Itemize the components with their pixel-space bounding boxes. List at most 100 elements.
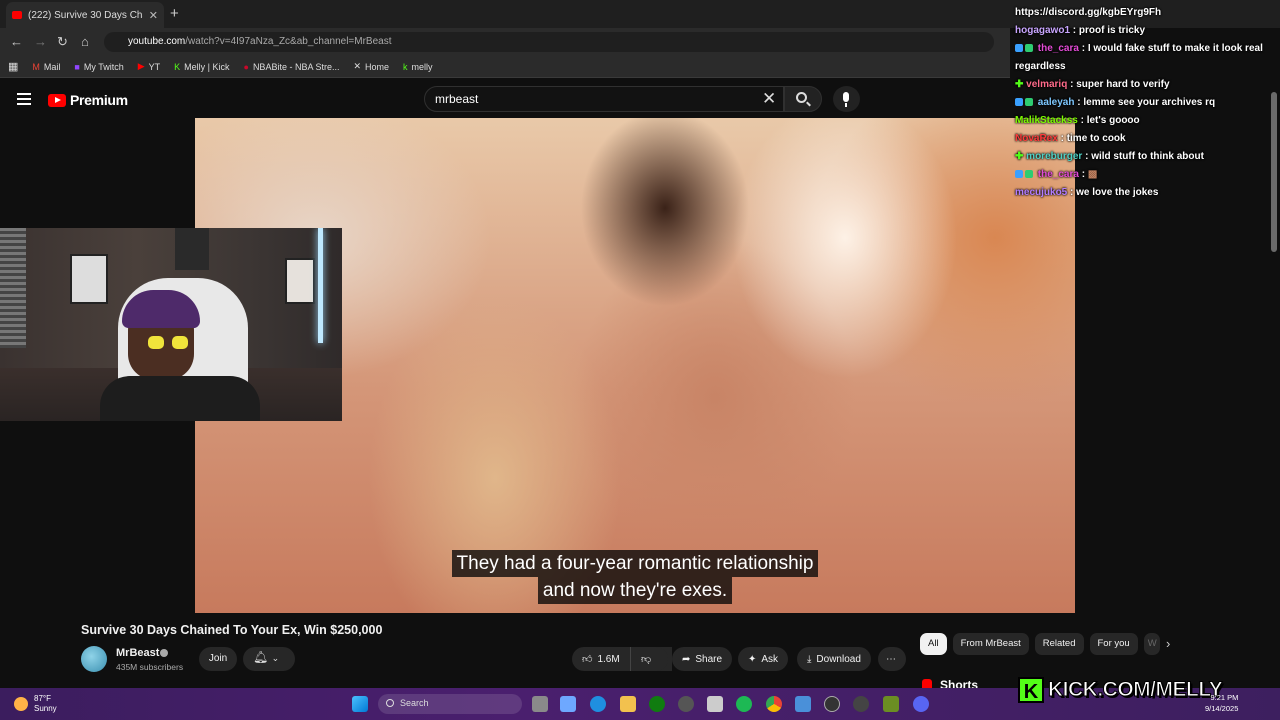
chat-message: hogagawo1 : proof is tricky [1015,25,1146,36]
media-player-icon[interactable] [824,696,840,712]
share-button[interactable]: ➦ Share [672,647,733,671]
windows-start-icon[interactable] [352,696,368,712]
forward-arrow-icon[interactable]: → [34,34,47,49]
chevron-right-icon[interactable]: › [1166,636,1170,651]
copilot-icon[interactable] [560,696,576,712]
caption-line-1: They had a four-year romantic relationsh… [451,550,819,577]
url-path: /watch?v=4I97aNza_Zc&ab_channel=MrBeast [185,36,392,47]
discord-icon[interactable] [913,696,929,712]
download-label: Download [816,653,861,665]
chip-for-you[interactable]: For you [1089,633,1138,655]
edge-icon[interactable] [590,696,606,712]
task-view-icon[interactable] [532,696,548,712]
sparkle-icon: ✦ [748,653,757,665]
app-icon[interactable] [678,696,694,712]
browser-tab-youtube[interactable]: (222) Survive 30 Days Chai... ✕ [6,2,164,28]
chat-username: NovaRex [1015,133,1058,144]
xbox-icon[interactable] [649,696,665,712]
chat-text: wild stuff to think about [1091,151,1204,162]
streamer-webcam [0,228,342,421]
new-tab-button[interactable]: + [170,5,179,22]
webcam-body [100,376,260,421]
bookmark-home[interactable]: ✕ Home [353,61,389,72]
store-icon[interactable] [707,696,723,712]
dislike-button[interactable]: 👎︎ [630,647,668,671]
menu-icon[interactable] [17,93,31,105]
kick-icon: K [174,61,181,72]
chat-link: https://discord.gg/kgbEYrg9Fh [1015,7,1162,18]
download-button[interactable]: ⤓ Download [797,647,871,671]
chat-message: mecujuko5 : we love the jokes [1015,187,1159,198]
address-bar[interactable]: youtube.com/watch?v=4I97aNza_Zc&ab_chann… [104,32,994,52]
chat-badge-icon [1025,170,1033,178]
channel-name[interactable]: MrBeast [116,647,159,659]
bookmark-nbabite[interactable]: ● NBABite - NBA Stre... [244,62,340,72]
chip-from-mrbeast[interactable]: From MrBeast [952,633,1029,655]
close-tab-icon[interactable]: ✕ [149,9,158,22]
ask-label: Ask [761,653,779,665]
bell-icon: 🔔︎ [253,650,269,664]
weather-widget[interactable]: 87°F Sunny [14,694,57,714]
url-domain: youtube.com [128,36,186,47]
webcam-poster [285,258,315,304]
chat-text: super hard to verify [1076,79,1170,90]
download-icon: ⤓ [807,653,812,665]
taskbar-search[interactable]: Search [378,694,522,714]
share-label: Share [695,653,723,665]
chat-text: we love the jokes [1076,187,1159,198]
more-actions-button[interactable]: ⋯ [878,647,906,671]
chrome-icon[interactable] [766,696,782,712]
youtube-logo[interactable]: Premium [48,92,128,108]
sun-icon [14,697,28,711]
webcam-led-light [318,228,323,343]
clear-search-icon[interactable]: ✕ [762,89,776,109]
chat-emote-icon: ▩ [1087,169,1098,180]
bookmark-mail[interactable]: M Mail [32,62,60,72]
bookmark-melly[interactable]: k melly [403,62,433,72]
subscription-bell-button[interactable]: 🔔︎ ⌄ [243,647,295,671]
file-explorer-icon[interactable] [620,696,636,712]
reload-icon[interactable]: ↻ [57,34,68,50]
back-arrow-icon[interactable]: ← [10,34,23,49]
photos-icon[interactable] [795,696,811,712]
bookmark-my-twitch[interactable]: ■ My Twitch [74,62,123,72]
thumbs-down-icon: 👎︎ [641,654,652,665]
screen: (222) Survive 30 Days Chai... ✕ + ← → ↻ … [0,0,1280,720]
chat-username: the_cara [1037,43,1079,54]
chat-message: NovaRex : time to cook [1015,133,1126,144]
taskbar-clock[interactable]: 9:21 PM 9/14/2025 [1205,692,1238,714]
twitch-icon: ■ [74,61,80,72]
microphone-icon[interactable] [833,86,860,112]
chat-username: moreburger [1026,151,1083,162]
webcam-window-blinds [0,228,26,348]
channel-avatar[interactable] [81,646,107,672]
chat-badge-icon [1015,170,1023,178]
home-icon[interactable]: ⌂ [81,34,89,49]
gmail-icon: M [32,61,40,72]
chip-truncated[interactable]: W [1143,633,1160,655]
chip-related[interactable]: Related [1034,633,1084,655]
bookmark-yt[interactable]: ▶ YT [138,61,160,72]
chat-text: lemme see your archives rq [1083,97,1216,108]
bookmarks-bar: ▦ M Mail ■ My Twitch ▶ YT K Melly | Kick ● NB… [0,56,1010,78]
chat-badge-icon [1015,98,1023,106]
bookmark-melly-kick[interactable]: K Melly | Kick [174,62,229,72]
spotify-icon[interactable] [736,696,752,712]
app-icon[interactable] [883,696,899,712]
webcam-poster [70,254,108,304]
chip-all[interactable]: All [920,633,947,655]
chat-text: time to cook [1066,133,1126,144]
app-icon[interactable] [853,696,869,712]
chat-text: let's goooo [1086,115,1140,126]
join-button[interactable]: Join [199,647,237,671]
apps-grid-icon[interactable]: ▦ [8,60,18,73]
chat-message: ✚ velmariq : super hard to verify [1015,79,1170,90]
nba-icon: ● [243,61,249,72]
search-input[interactable]: mrbeast [424,86,784,112]
page-scrollbar[interactable] [1271,92,1277,252]
chat-username: aaleyah [1037,97,1075,108]
subscriber-count: 435M subscribers [116,662,184,672]
kick-watermark: K KICK.COM/MELLY [1018,676,1223,704]
chat-message: aaleyah : lemme see your archives rq [1015,94,1280,112]
ask-button[interactable]: ✦ Ask [738,647,789,671]
